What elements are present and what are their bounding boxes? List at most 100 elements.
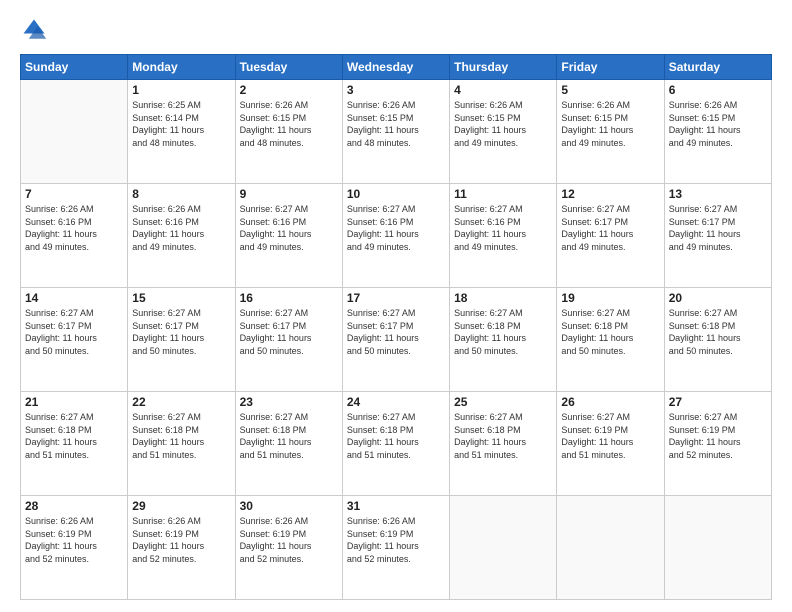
- day-info: Sunrise: 6:27 AM Sunset: 6:17 PM Dayligh…: [240, 307, 338, 357]
- day-number: 1: [132, 83, 230, 97]
- day-info: Sunrise: 6:27 AM Sunset: 6:18 PM Dayligh…: [25, 411, 123, 461]
- calendar-week-row: 21 Sunrise: 6:27 AM Sunset: 6:18 PM Dayli…: [21, 392, 772, 496]
- calendar-cell: 12 Sunrise: 6:27 AM Sunset: 6:17 PM Dayli…: [557, 184, 664, 288]
- day-info: Sunrise: 6:27 AM Sunset: 6:17 PM Dayligh…: [25, 307, 123, 357]
- calendar-cell: 16 Sunrise: 6:27 AM Sunset: 6:17 PM Dayli…: [235, 288, 342, 392]
- day-number: 29: [132, 499, 230, 513]
- day-info: Sunrise: 6:25 AM Sunset: 6:14 PM Dayligh…: [132, 99, 230, 149]
- calendar-header-thursday: Thursday: [450, 55, 557, 80]
- day-number: 6: [669, 83, 767, 97]
- calendar-header-row: SundayMondayTuesdayWednesdayThursdayFrid…: [21, 55, 772, 80]
- day-info: Sunrise: 6:27 AM Sunset: 6:19 PM Dayligh…: [669, 411, 767, 461]
- calendar-cell: 1 Sunrise: 6:25 AM Sunset: 6:14 PM Daylig…: [128, 80, 235, 184]
- calendar-header-tuesday: Tuesday: [235, 55, 342, 80]
- day-info: Sunrise: 6:27 AM Sunset: 6:18 PM Dayligh…: [454, 411, 552, 461]
- calendar-cell: 5 Sunrise: 6:26 AM Sunset: 6:15 PM Daylig…: [557, 80, 664, 184]
- calendar-cell: 30Sunrise: 6:26 AM Sunset: 6:19 PM Dayli…: [235, 496, 342, 600]
- calendar-cell: 17 Sunrise: 6:27 AM Sunset: 6:17 PM Dayli…: [342, 288, 449, 392]
- day-number: 3: [347, 83, 445, 97]
- day-info: Sunrise: 6:26 AM Sunset: 6:16 PM Dayligh…: [132, 203, 230, 253]
- calendar-cell: 28 Sunrise: 6:26 AM Sunset: 6:19 PM Dayli…: [21, 496, 128, 600]
- day-info: Sunrise: 6:26 AM Sunset: 6:19 PM Dayligh…: [25, 515, 123, 565]
- day-info: Sunrise: 6:27 AM Sunset: 6:17 PM Dayligh…: [669, 203, 767, 253]
- calendar-cell: 22Sunrise: 6:27 AM Sunset: 6:18 PM Dayli…: [128, 392, 235, 496]
- calendar-cell: 24 Sunrise: 6:27 AM Sunset: 6:18 PM Dayli…: [342, 392, 449, 496]
- day-number: 19: [561, 291, 659, 305]
- calendar-cell: 27 Sunrise: 6:27 AM Sunset: 6:19 PM Dayli…: [664, 392, 771, 496]
- day-number: 11: [454, 187, 552, 201]
- day-info: Sunrise: 6:26 AM Sunset: 6:15 PM Dayligh…: [669, 99, 767, 149]
- day-number: 22: [132, 395, 230, 409]
- calendar-cell: 31 Sunrise: 6:26 AM Sunset: 6:19 PM Dayli…: [342, 496, 449, 600]
- calendar-week-row: 1 Sunrise: 6:25 AM Sunset: 6:14 PM Daylig…: [21, 80, 772, 184]
- calendar-header-wednesday: Wednesday: [342, 55, 449, 80]
- day-info: Sunrise: 6:27 AM Sunset: 6:19 PM Dayligh…: [561, 411, 659, 461]
- day-number: 10: [347, 187, 445, 201]
- page: SundayMondayTuesdayWednesdayThursdayFrid…: [0, 0, 792, 612]
- calendar-cell: [664, 496, 771, 600]
- calendar-cell: 9 Sunrise: 6:27 AM Sunset: 6:16 PM Daylig…: [235, 184, 342, 288]
- calendar-cell: 20 Sunrise: 6:27 AM Sunset: 6:18 PM Dayli…: [664, 288, 771, 392]
- day-info: Sunrise: 6:27 AM Sunset: 6:17 PM Dayligh…: [347, 307, 445, 357]
- logo: [20, 16, 52, 44]
- calendar-cell: 13 Sunrise: 6:27 AM Sunset: 6:17 PM Dayli…: [664, 184, 771, 288]
- day-number: 12: [561, 187, 659, 201]
- calendar-header-saturday: Saturday: [664, 55, 771, 80]
- day-number: 9: [240, 187, 338, 201]
- day-info: Sunrise: 6:27 AM Sunset: 6:17 PM Dayligh…: [132, 307, 230, 357]
- calendar-cell: 10Sunrise: 6:27 AM Sunset: 6:16 PM Dayli…: [342, 184, 449, 288]
- day-number: 28: [25, 499, 123, 513]
- day-number: 17: [347, 291, 445, 305]
- day-info: Sunrise: 6:26 AM Sunset: 6:15 PM Dayligh…: [347, 99, 445, 149]
- header: [20, 16, 772, 44]
- day-info: Sunrise: 6:27 AM Sunset: 6:16 PM Dayligh…: [454, 203, 552, 253]
- calendar-cell: 29 Sunrise: 6:26 AM Sunset: 6:19 PM Dayli…: [128, 496, 235, 600]
- day-number: 24: [347, 395, 445, 409]
- day-number: 26: [561, 395, 659, 409]
- day-info: Sunrise: 6:27 AM Sunset: 6:18 PM Dayligh…: [240, 411, 338, 461]
- day-info: Sunrise: 6:27 AM Sunset: 6:18 PM Dayligh…: [561, 307, 659, 357]
- calendar-header-monday: Monday: [128, 55, 235, 80]
- day-number: 27: [669, 395, 767, 409]
- day-info: Sunrise: 6:27 AM Sunset: 6:18 PM Dayligh…: [669, 307, 767, 357]
- day-number: 8: [132, 187, 230, 201]
- calendar-cell: 26 Sunrise: 6:27 AM Sunset: 6:19 PM Dayli…: [557, 392, 664, 496]
- day-number: 16: [240, 291, 338, 305]
- day-info: Sunrise: 6:26 AM Sunset: 6:19 PM Dayligh…: [132, 515, 230, 565]
- day-number: 18: [454, 291, 552, 305]
- day-info: Sunrise: 6:27 AM Sunset: 6:18 PM Dayligh…: [347, 411, 445, 461]
- day-info: Sunrise: 6:27 AM Sunset: 6:17 PM Dayligh…: [561, 203, 659, 253]
- calendar-cell: [21, 80, 128, 184]
- calendar-header-sunday: Sunday: [21, 55, 128, 80]
- calendar-cell: 21 Sunrise: 6:27 AM Sunset: 6:18 PM Dayli…: [21, 392, 128, 496]
- calendar-cell: 6 Sunrise: 6:26 AM Sunset: 6:15 PM Daylig…: [664, 80, 771, 184]
- calendar-table: SundayMondayTuesdayWednesdayThursdayFrid…: [20, 54, 772, 600]
- day-info: Sunrise: 6:26 AM Sunset: 6:15 PM Dayligh…: [561, 99, 659, 149]
- calendar-cell: 25Sunrise: 6:27 AM Sunset: 6:18 PM Dayli…: [450, 392, 557, 496]
- day-number: 30: [240, 499, 338, 513]
- day-number: 23: [240, 395, 338, 409]
- day-info: Sunrise: 6:27 AM Sunset: 6:16 PM Dayligh…: [240, 203, 338, 253]
- day-number: 31: [347, 499, 445, 513]
- calendar-cell: 11 Sunrise: 6:27 AM Sunset: 6:16 PM Dayli…: [450, 184, 557, 288]
- calendar-cell: 4Sunrise: 6:26 AM Sunset: 6:15 PM Daylig…: [450, 80, 557, 184]
- calendar-week-row: 28 Sunrise: 6:26 AM Sunset: 6:19 PM Dayli…: [21, 496, 772, 600]
- day-number: 21: [25, 395, 123, 409]
- day-number: 4: [454, 83, 552, 97]
- day-number: 14: [25, 291, 123, 305]
- calendar-cell: 15Sunrise: 6:27 AM Sunset: 6:17 PM Dayli…: [128, 288, 235, 392]
- calendar-cell: [557, 496, 664, 600]
- calendar-cell: 18Sunrise: 6:27 AM Sunset: 6:18 PM Dayli…: [450, 288, 557, 392]
- calendar-cell: 23 Sunrise: 6:27 AM Sunset: 6:18 PM Dayli…: [235, 392, 342, 496]
- day-number: 20: [669, 291, 767, 305]
- day-number: 2: [240, 83, 338, 97]
- day-info: Sunrise: 6:26 AM Sunset: 6:19 PM Dayligh…: [347, 515, 445, 565]
- calendar-week-row: 7Sunrise: 6:26 AM Sunset: 6:16 PM Daylig…: [21, 184, 772, 288]
- logo-icon: [20, 16, 48, 44]
- day-number: 5: [561, 83, 659, 97]
- calendar-cell: 2Sunrise: 6:26 AM Sunset: 6:15 PM Daylig…: [235, 80, 342, 184]
- day-number: 13: [669, 187, 767, 201]
- day-info: Sunrise: 6:26 AM Sunset: 6:16 PM Dayligh…: [25, 203, 123, 253]
- calendar-cell: 3 Sunrise: 6:26 AM Sunset: 6:15 PM Daylig…: [342, 80, 449, 184]
- calendar-cell: 14 Sunrise: 6:27 AM Sunset: 6:17 PM Dayli…: [21, 288, 128, 392]
